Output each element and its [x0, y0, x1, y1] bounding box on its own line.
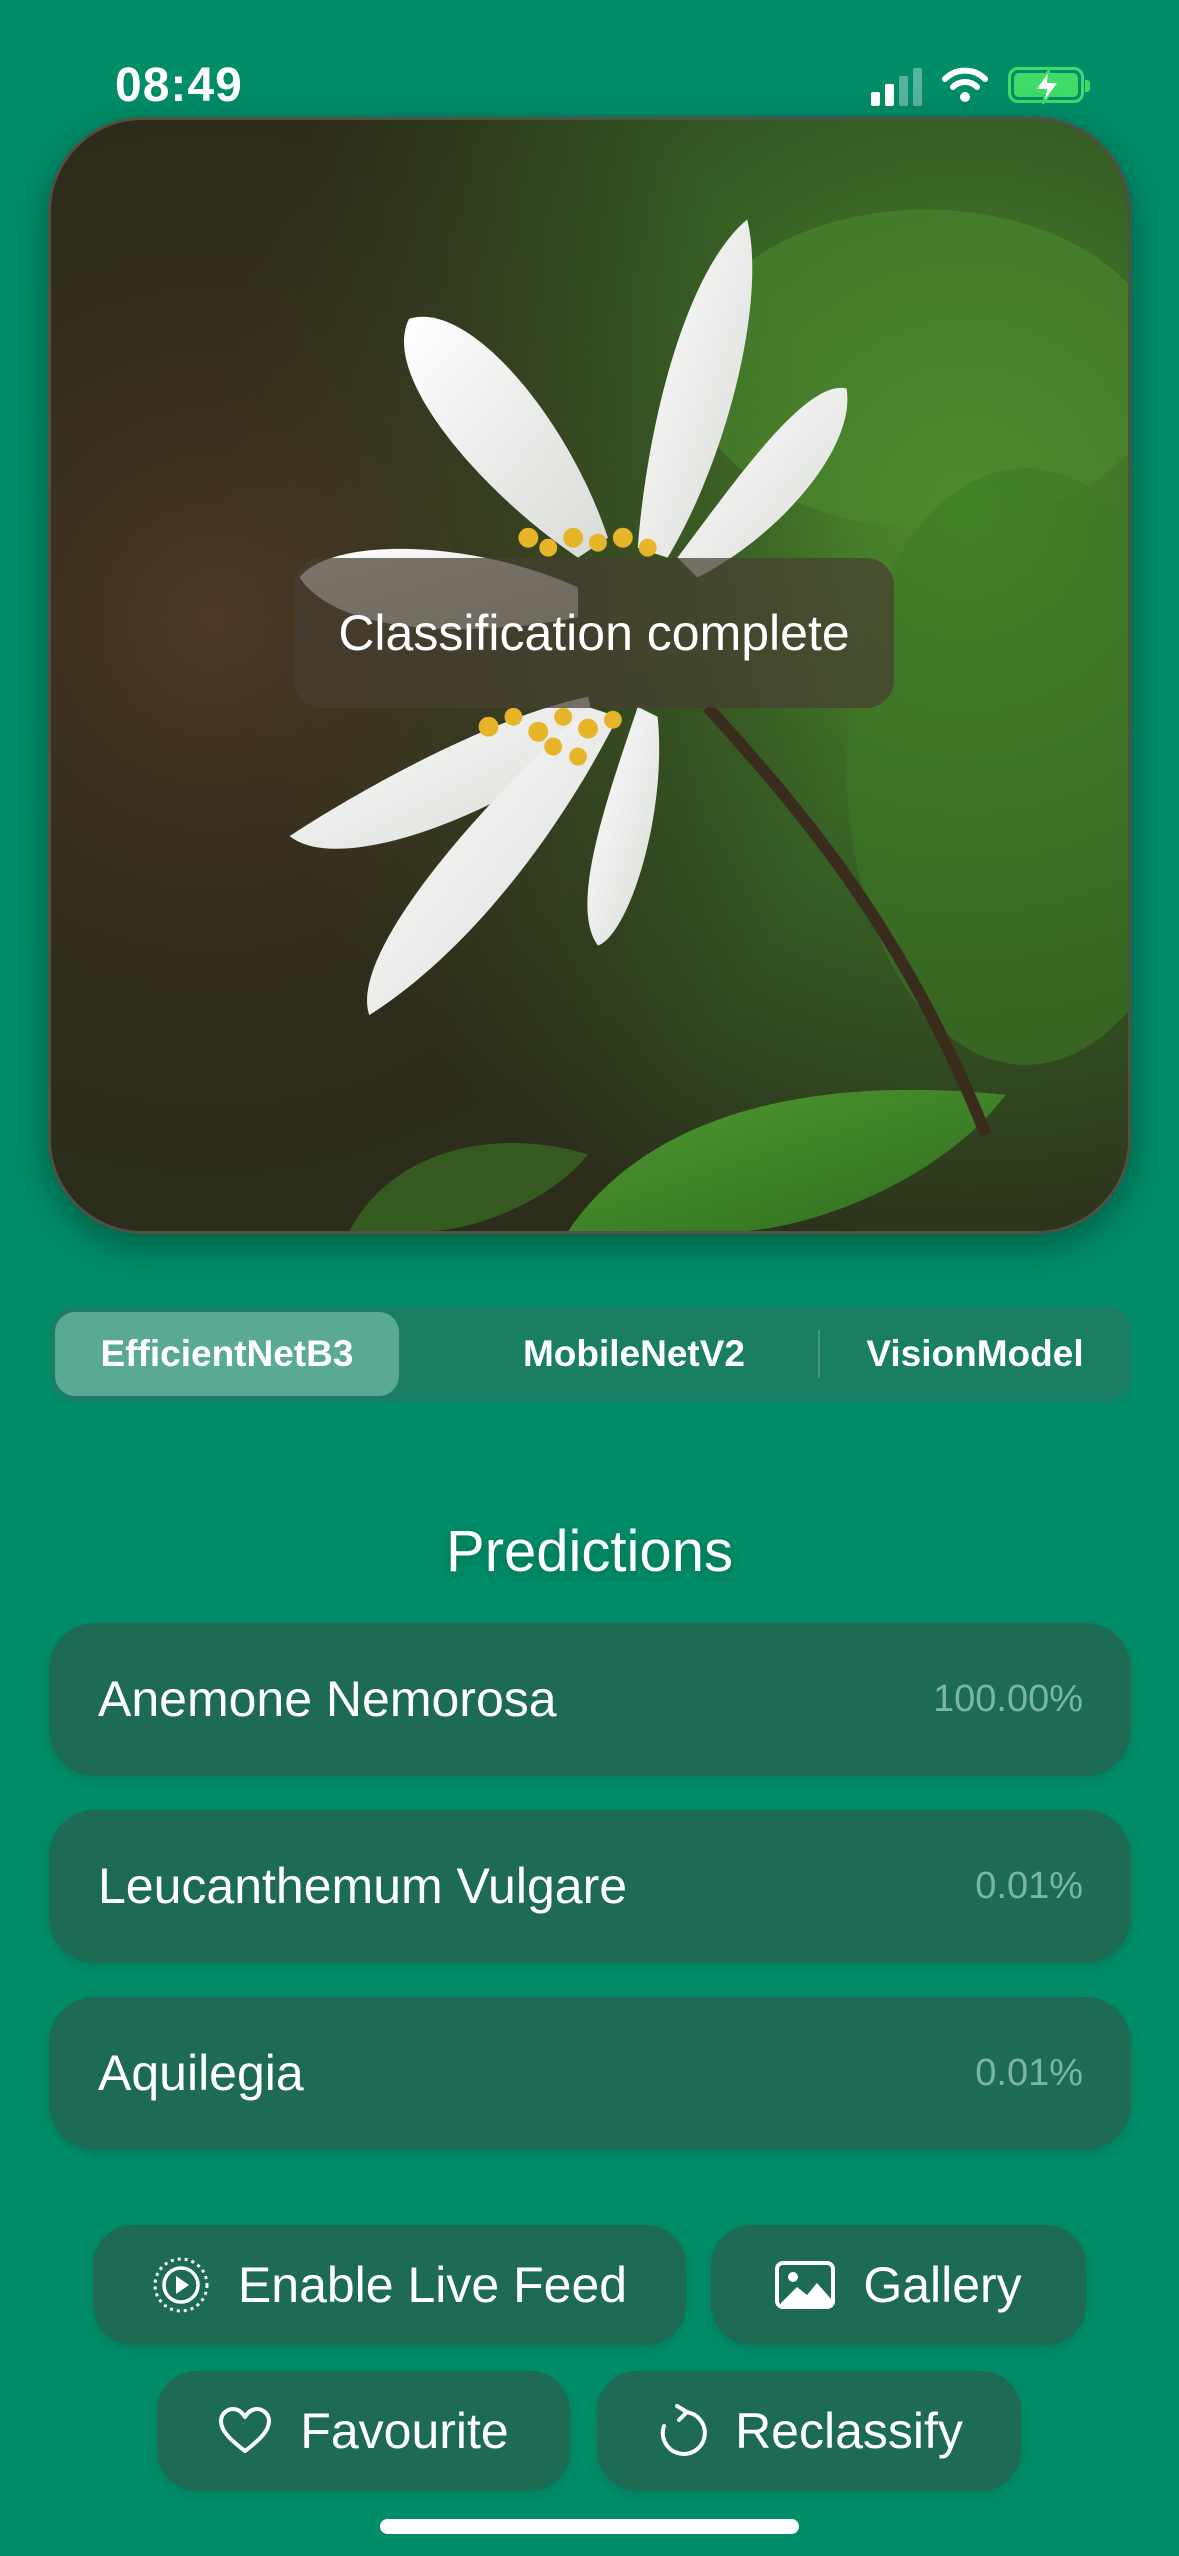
photo-preview[interactable]: Classification complete	[48, 117, 1131, 1234]
favourite-label: Favourite	[300, 2403, 509, 2459]
status-icons	[871, 64, 1090, 106]
prediction-row[interactable]: Anemone Nemorosa 100.00%	[49, 1623, 1131, 1776]
prediction-confidence: 0.01%	[975, 1865, 1083, 1907]
prediction-confidence: 100.00%	[932, 1678, 1083, 1720]
prediction-name: Leucanthemum Vulgare	[98, 1858, 628, 1914]
gallery-label: Gallery	[863, 2257, 1022, 2313]
home-indicator[interactable]	[380, 2519, 799, 2534]
classification-toast: Classification complete	[294, 558, 894, 708]
status-bar: 08:49	[0, 0, 1179, 120]
gallery-button[interactable]: Gallery	[711, 2225, 1086, 2345]
play-circle-icon	[152, 2256, 210, 2314]
tab-visionmodel[interactable]: VisionModel	[825, 1312, 1125, 1396]
refresh-icon	[655, 2404, 707, 2458]
prediction-name: Anemone Nemorosa	[98, 1671, 557, 1727]
battery-charging-icon	[1008, 67, 1090, 105]
photo-icon	[775, 2261, 836, 2309]
heart-icon	[218, 2407, 272, 2455]
wifi-icon	[942, 67, 988, 102]
enable-live-feed-button[interactable]: Enable Live Feed	[93, 2225, 686, 2345]
prediction-row[interactable]: Leucanthemum Vulgare 0.01%	[49, 1810, 1131, 1963]
prediction-confidence: 0.01%	[975, 2052, 1083, 2094]
prediction-row[interactable]: Aquilegia 0.01%	[49, 1997, 1131, 2150]
reclassify-label: Reclassify	[735, 2403, 963, 2459]
signal-icon	[871, 64, 922, 106]
enable-live-feed-label: Enable Live Feed	[237, 2257, 628, 2313]
tab-efficientnetb3[interactable]: EfficientNetB3	[55, 1312, 399, 1396]
tab-mobilenetv2[interactable]: MobileNetV2	[460, 1312, 808, 1396]
status-time: 08:49	[115, 59, 243, 112]
prediction-name: Aquilegia	[98, 2045, 304, 2101]
predictions-title: Predictions	[446, 1519, 733, 1584]
model-selector: EfficientNetB3 MobileNetV2 VisionModel	[50, 1306, 1132, 1402]
reclassify-button[interactable]: Reclassify	[597, 2371, 1021, 2491]
favourite-button[interactable]: Favourite	[157, 2371, 570, 2491]
segment-divider	[818, 1330, 820, 1378]
